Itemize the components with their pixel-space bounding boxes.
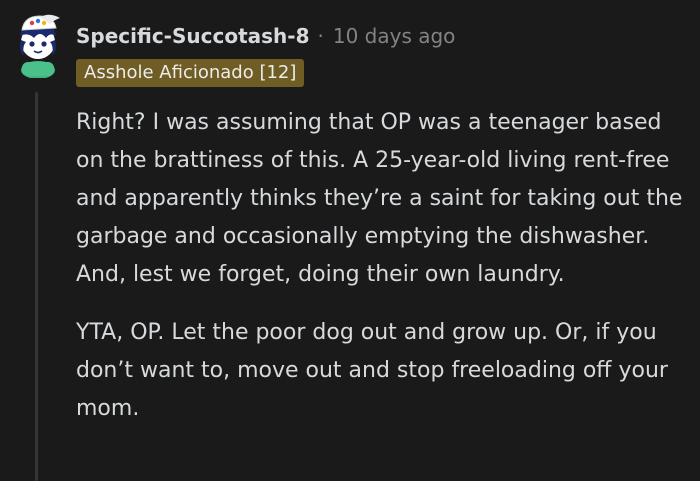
thread-collapse-line[interactable]	[35, 92, 38, 481]
user-flair: Asshole Aficionado [12]	[76, 59, 305, 87]
comment-paragraph: Right? I was assuming that OP was a teen…	[76, 110, 683, 287]
comment-body: Right? I was assuming that OP was a teen…	[76, 104, 688, 448]
author-username[interactable]: Specific-Succotash-8	[76, 24, 310, 48]
comment: Specific-Succotash-8 · 10 days ago Assho…	[0, 0, 700, 481]
meta-separator: ·	[317, 24, 324, 48]
comment-paragraph: YTA, OP. Let the poor dog out and grow u…	[76, 320, 668, 421]
user-avatar[interactable]	[10, 10, 64, 78]
comment-timestamp[interactable]: 10 days ago	[333, 24, 456, 48]
comment-header: Specific-Succotash-8 · 10 days ago	[76, 21, 455, 51]
snoo-avatar-icon	[20, 14, 60, 78]
